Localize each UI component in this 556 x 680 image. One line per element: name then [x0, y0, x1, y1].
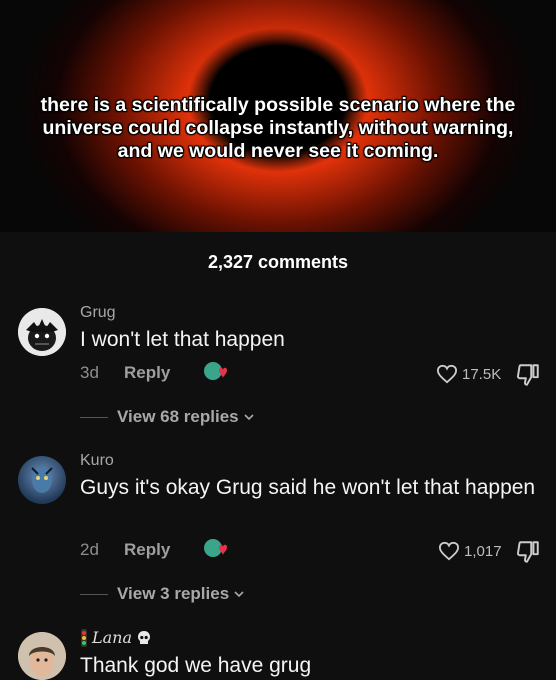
- comment-username[interactable]: Grug: [80, 304, 116, 322]
- view-replies-label: View 68 replies: [117, 407, 239, 426]
- divider-line: [80, 417, 108, 418]
- reply-button[interactable]: Reply: [124, 540, 170, 560]
- thumbs-down-icon[interactable]: [515, 362, 541, 388]
- post-image: there is a scientifically possible scena…: [0, 0, 556, 232]
- comment-username[interactable]: Kuro: [80, 452, 114, 470]
- avatar-grug[interactable]: [18, 308, 66, 356]
- like-button[interactable]: 17.5K: [436, 364, 501, 384]
- avatar-kuro[interactable]: [18, 456, 66, 504]
- reply-button[interactable]: Reply: [124, 363, 170, 383]
- heart-outline-icon: [436, 364, 458, 384]
- like-button[interactable]: 1,017: [438, 541, 502, 561]
- view-replies-button[interactable]: View 68 replies: [117, 407, 255, 427]
- comment-text: Thank god we have grug: [80, 654, 312, 677]
- chevron-down-icon: [234, 591, 244, 598]
- comment-username[interactable]: Lana: [80, 628, 152, 647]
- thumbs-down-icon[interactable]: [515, 539, 541, 565]
- view-replies-label: View 3 replies: [117, 584, 230, 603]
- reaction-sticker-icon[interactable]: [202, 537, 230, 561]
- like-count: 17.5K: [462, 365, 502, 383]
- skull-icon: [138, 630, 151, 644]
- comments-count: 2,327 comments: [207, 252, 349, 272]
- kuro-avatar-image: [18, 456, 66, 504]
- grug-avatar-image: [18, 308, 66, 356]
- heart-outline-icon: [438, 541, 460, 561]
- like-count: 1,017: [464, 542, 502, 560]
- comment-time: 3d: [80, 363, 99, 382]
- post-caption: there is a scientifically possible scena…: [40, 94, 516, 162]
- comment-text: Guys it's okay Grug said he won't let th…: [80, 476, 536, 499]
- divider-line: [80, 594, 108, 595]
- username-label: Lana: [92, 628, 133, 647]
- comments-panel: 2,327 comments Grug I won't let that hap…: [0, 232, 556, 680]
- reaction-sticker-icon[interactable]: [202, 360, 230, 384]
- lana-avatar-image: [18, 632, 66, 680]
- chevron-down-icon: [244, 414, 254, 421]
- view-replies-button[interactable]: View 3 replies: [117, 584, 245, 604]
- comment-time: 2d: [80, 540, 99, 559]
- avatar-lana[interactable]: [18, 632, 66, 680]
- traffic-light-icon: [81, 628, 87, 647]
- comment-text: I won't let that happen: [80, 328, 285, 351]
